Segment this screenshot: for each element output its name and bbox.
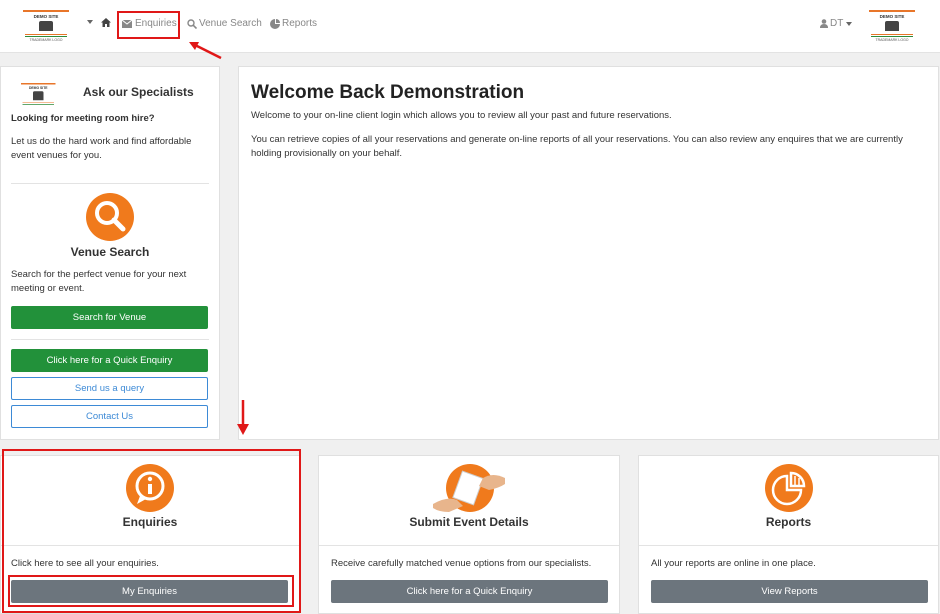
annotation-highlight-button [8, 575, 294, 607]
contact-us-button[interactable]: Contact Us [11, 405, 208, 428]
reports-badge [765, 464, 813, 512]
logo-subtitle: TRADEMARK LOGO [29, 38, 63, 42]
sidebar-divider-2 [11, 339, 209, 340]
sidebar-divider [11, 183, 209, 184]
annotation-highlight-enquiries [117, 11, 180, 39]
logo-dropdown-caret-icon[interactable] [87, 20, 93, 24]
quick-enquiry-button-sidebar[interactable]: Click here for a Quick Enquiry [11, 349, 208, 372]
logo-flag-stripe [871, 34, 913, 37]
welcome-panel: Welcome Back Demonstration Welcome to yo… [238, 66, 939, 440]
logo-subtitle: TRADEMARK LOGO [875, 38, 909, 42]
specialists-sidebar: DEMO SITE Ask our Specialists Looking fo… [0, 66, 220, 440]
user-menu[interactable]: DT [820, 18, 853, 29]
nav-venue-search-label: Venue Search [199, 18, 262, 29]
magnifier-icon [95, 201, 126, 232]
annotation-arrow-top [189, 42, 222, 60]
send-query-button[interactable]: Send us a query [11, 377, 208, 400]
submit-event-card: Submit Event Details Receive carefully m… [318, 455, 620, 614]
logo-emblem [39, 21, 53, 32]
reports-card-title: Reports [765, 515, 812, 529]
welcome-paragraph-1: Welcome to your on-line client login whi… [251, 110, 672, 121]
home-link[interactable] [101, 18, 111, 27]
user-icon [820, 19, 828, 28]
reports-card-text: All your reports are online in one place… [651, 558, 816, 569]
handshake-document-icon [433, 470, 505, 512]
logo-title: DEMO SITE [879, 14, 905, 19]
logo-emblem [885, 21, 899, 32]
card-divider [639, 545, 938, 546]
submit-event-card-text: Receive carefully matched venue options … [331, 558, 592, 569]
search-icon [187, 18, 197, 29]
pie-chart-icon [771, 471, 806, 506]
site-logo-right[interactable]: DEMO SITE TRADEMARK LOGO [869, 10, 915, 42]
venue-search-title: Venue Search [70, 245, 150, 259]
logo-flag-stripe [25, 34, 67, 37]
user-caret-icon [846, 21, 853, 26]
logo-flag-stripe [22, 102, 54, 105]
venue-search-badge [86, 193, 134, 241]
logo-title: DEMO SITE [28, 86, 48, 90]
home-icon [101, 18, 111, 27]
sidebar-intro: Let us do the hard work and find afforda… [11, 136, 192, 161]
search-for-venue-button[interactable]: Search for Venue [11, 306, 208, 329]
venue-search-text: Search for the perfect venue for your ne… [11, 269, 187, 294]
sidebar-logo: DEMO SITE [21, 83, 56, 107]
submit-event-card-title: Submit Event Details [409, 515, 529, 529]
user-initials: DT [830, 18, 844, 29]
nav-venue-search[interactable]: Venue Search [187, 18, 262, 29]
pie-chart-icon [270, 18, 280, 29]
card-divider [319, 545, 619, 546]
annotation-arrow-down [237, 400, 249, 435]
logo-title: DEMO SITE [33, 14, 59, 19]
reports-card: Reports All your reports are online in o… [638, 455, 939, 614]
nav-reports[interactable]: Reports [270, 18, 317, 29]
sidebar-heading: Looking for meeting room hire? [11, 113, 155, 124]
sidebar-title: Ask our Specialists [83, 85, 194, 99]
welcome-title: Welcome Back Demonstration [251, 82, 525, 103]
top-navbar: DEMO SITE TRADEMARK LOGO Enquiries Venue… [0, 0, 940, 53]
nav-reports-label: Reports [282, 18, 318, 29]
logo-emblem [33, 91, 44, 101]
view-reports-button[interactable]: View Reports [651, 580, 928, 603]
quick-enquiry-button-card[interactable]: Click here for a Quick Enquiry [331, 580, 608, 603]
welcome-paragraph-2: You can retrieve copies of all your rese… [251, 134, 903, 159]
site-logo[interactable]: DEMO SITE TRADEMARK LOGO [23, 10, 69, 42]
